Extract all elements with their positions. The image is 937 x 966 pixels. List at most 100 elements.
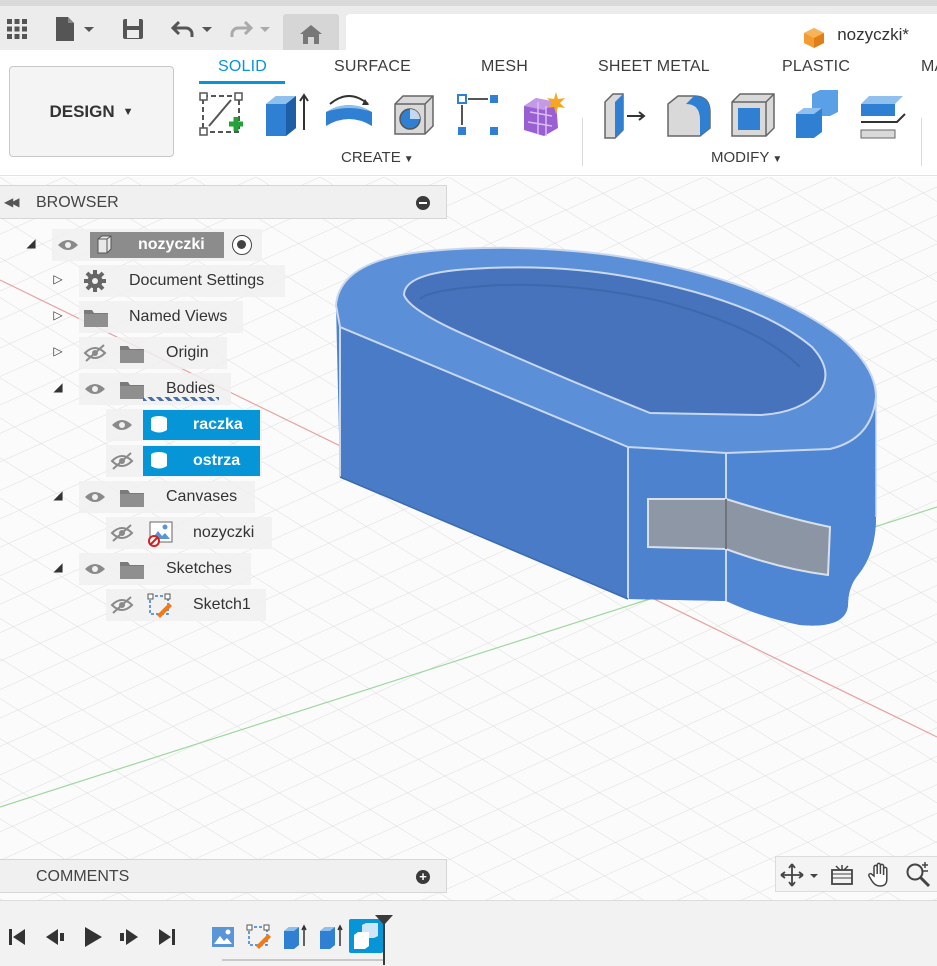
browser-item-named-views[interactable]: Named Views — [79, 301, 243, 333]
browser-item-canvas-nozyczki[interactable]: nozyczki — [106, 517, 272, 549]
browser-item-canvases[interactable]: Canvases — [79, 481, 255, 513]
workspace-switcher-button[interactable]: DESIGN ▼ — [9, 66, 174, 157]
extrude-icon[interactable] — [258, 88, 312, 142]
browser-root-node[interactable]: nozyczki — [52, 229, 262, 261]
eye-visible-icon[interactable] — [110, 416, 134, 434]
create-form-icon[interactable] — [515, 88, 569, 142]
tab-surface[interactable]: SURFACE — [334, 58, 411, 76]
collapse-icon[interactable]: ◢ — [51, 380, 65, 394]
create-menu-label: CREATE — [341, 149, 401, 166]
press-pull-icon[interactable] — [597, 88, 651, 142]
timeline-sketch-icon[interactable] — [245, 923, 273, 951]
title-bar: nozyczki* — [0, 0, 937, 56]
sidebar-item-label: nozyczki — [193, 524, 255, 541]
browser-item-sketches[interactable]: Sketches — [79, 553, 251, 585]
create-sketch-icon[interactable] — [195, 88, 249, 142]
collapse-root-icon[interactable]: ◢ — [24, 236, 38, 250]
tab-manage[interactable]: MA — [921, 58, 937, 76]
sidebar-item-label: Canvases — [166, 488, 238, 505]
browser-item-origin[interactable]: Origin — [79, 337, 227, 369]
collapse-panel-icon[interactable]: ◀◀ — [4, 195, 20, 209]
workspace-label: DESIGN — [49, 101, 115, 121]
collapse-icon[interactable]: ◢ — [51, 488, 65, 502]
minimize-panel-icon[interactable] — [416, 196, 430, 210]
sidebar-item-label: Sketch1 — [193, 596, 251, 613]
timeline-extrude-icon[interactable] — [317, 923, 345, 951]
revolve-icon[interactable] — [322, 88, 376, 142]
timeline-canvas-icon[interactable] — [209, 923, 237, 951]
zoom-icon[interactable] — [904, 861, 932, 889]
activate-radio-icon[interactable] — [232, 235, 252, 255]
timeline-marker[interactable] — [375, 915, 393, 965]
canvas-image-icon — [147, 521, 173, 552]
browser-item-document-settings[interactable]: Document Settings — [79, 265, 285, 297]
hole-icon[interactable] — [387, 88, 441, 142]
timeline-track — [222, 955, 385, 961]
folder-icon — [83, 308, 108, 327]
browser-item-raczka[interactable]: raczka — [106, 409, 262, 441]
tab-sheet-metal[interactable]: SHEET METAL — [598, 58, 710, 76]
modify-menu[interactable]: MODIFY ▼ — [711, 149, 782, 166]
file-icon[interactable] — [52, 14, 98, 44]
timeline-extrude-icon[interactable] — [281, 923, 309, 951]
eye-visible-icon[interactable] — [83, 380, 107, 398]
undo-icon[interactable] — [170, 14, 216, 44]
eye-visible-icon[interactable] — [83, 560, 107, 578]
eye-hidden-icon[interactable] — [110, 452, 134, 470]
look-at-icon[interactable] — [828, 861, 856, 889]
sketch-icon — [147, 593, 173, 624]
step-forward-icon[interactable] — [116, 925, 142, 949]
folder-icon — [119, 488, 144, 507]
play-icon[interactable] — [80, 925, 106, 949]
add-comment-icon[interactable]: + — [416, 870, 430, 884]
sidebar-item-label: Bodies — [166, 380, 215, 397]
home-icon[interactable] — [283, 14, 339, 54]
collapse-icon[interactable]: ◢ — [51, 560, 65, 574]
modify-menu-label: MODIFY — [711, 149, 770, 166]
go-to-end-icon[interactable] — [154, 925, 180, 949]
save-icon[interactable] — [120, 14, 146, 44]
fillet-icon[interactable] — [662, 88, 716, 142]
eye-hidden-icon[interactable] — [110, 596, 134, 614]
document-title: nozyczki* — [837, 25, 909, 44]
timeline-bar — [0, 900, 937, 966]
orbit-icon[interactable] — [780, 861, 820, 889]
comments-title: COMMENTS — [36, 868, 130, 885]
go-to-start-icon[interactable] — [4, 925, 30, 949]
browser-item-sketch1[interactable]: Sketch1 — [106, 589, 266, 621]
combine-icon[interactable] — [790, 88, 844, 142]
grid-apps-icon[interactable] — [4, 14, 30, 44]
body-chip: ostrza — [143, 446, 260, 476]
expand-icon[interactable]: ▷ — [51, 308, 65, 322]
folder-icon — [119, 380, 144, 399]
shell-icon[interactable] — [726, 88, 780, 142]
sidebar-item-label: Named Views — [129, 308, 228, 325]
tab-solid[interactable]: SOLID — [218, 58, 267, 76]
eye-visible-icon[interactable] — [56, 236, 80, 254]
eye-hidden-icon[interactable] — [83, 344, 107, 362]
tab-mesh[interactable]: MESH — [481, 58, 528, 76]
body-label: ostrza — [193, 452, 241, 469]
step-back-icon[interactable] — [42, 925, 68, 949]
pan-hand-icon[interactable] — [866, 861, 894, 889]
offset-face-icon[interactable] — [855, 88, 909, 142]
redo-icon[interactable] — [228, 14, 274, 44]
browser-item-ostrza[interactable]: ostrza — [106, 445, 262, 477]
browser-item-bodies[interactable]: Bodies — [79, 373, 231, 405]
tab-plastic[interactable]: PLASTIC — [782, 58, 850, 76]
body-chip: raczka — [143, 410, 260, 440]
eye-visible-icon[interactable] — [83, 488, 107, 506]
sidebar-item-label: Sketches — [166, 560, 232, 577]
eye-hidden-icon[interactable] — [110, 524, 134, 542]
create-menu[interactable]: CREATE ▼ — [341, 149, 414, 166]
comments-panel-header[interactable]: COMMENTS + — [0, 859, 447, 893]
browser-panel-header[interactable]: ◀◀ BROWSER — [0, 185, 447, 219]
body-icon — [149, 451, 169, 476]
expand-icon[interactable]: ▷ — [51, 272, 65, 286]
browser-title: BROWSER — [36, 194, 119, 211]
expand-icon[interactable]: ▷ — [51, 344, 65, 358]
toolbar-divider — [921, 118, 922, 166]
rectangular-pattern-icon[interactable] — [451, 88, 505, 142]
active-tab-indicator — [199, 81, 285, 84]
ribbon-toolbar: DESIGN ▼ SOLID SURFACE MESH SHEET METAL … — [0, 50, 937, 176]
